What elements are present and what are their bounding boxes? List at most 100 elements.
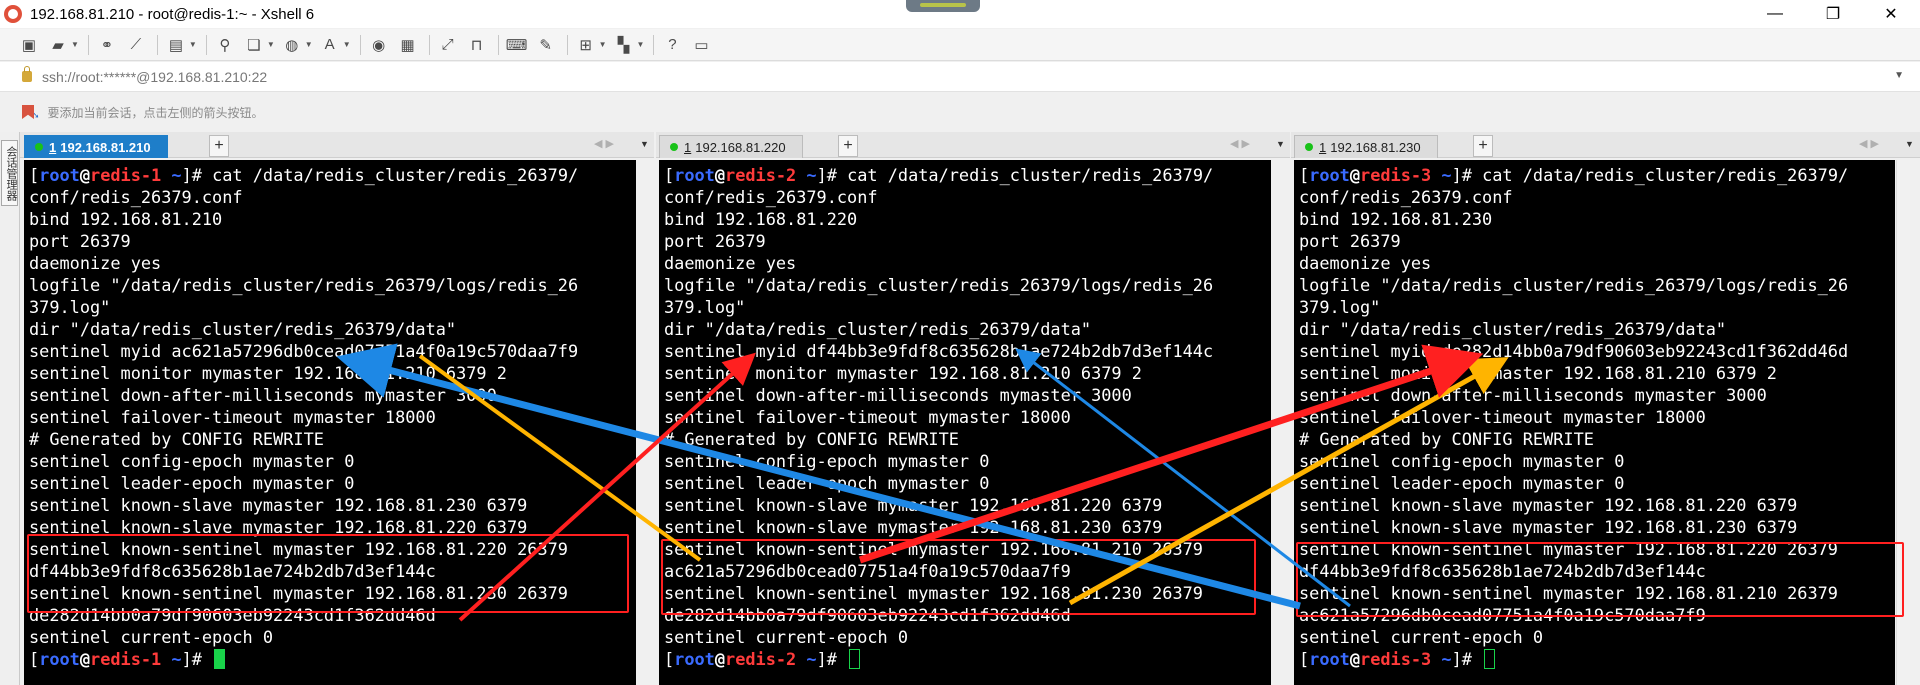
terminal-line: sentinel known-slave mymaster 192.168.81… — [29, 517, 528, 537]
key-icon[interactable]: ▦ — [395, 33, 421, 57]
prompt-line: [root@redis-2 ~]# — [664, 648, 1271, 670]
connected-icon — [670, 143, 678, 151]
add-tab-button[interactable]: + — [209, 135, 229, 157]
tab-nav-icon[interactable]: ◀ ▶ — [1859, 137, 1879, 150]
terminal-line: sentinel config-epoch mymaster 0 — [29, 451, 355, 471]
add-tab-button[interactable]: + — [1473, 135, 1493, 157]
chevron-down-icon[interactable]: ▼ — [267, 40, 275, 49]
connected-icon — [35, 143, 43, 151]
terminal-line: sentinel known-slave mymaster 192.168.81… — [1299, 517, 1798, 537]
chat-icon[interactable]: ▭ — [688, 33, 714, 57]
terminal-line: daemonize yes — [664, 253, 797, 273]
terminal-line: # Generated by CONFIG REWRITE — [29, 429, 324, 449]
properties-icon[interactable]: ▤ — [163, 33, 189, 57]
keyboard-icon[interactable]: ⌨ — [504, 33, 530, 57]
terminal-line: sentinel leader-epoch mymaster 0 — [29, 473, 355, 493]
window-controls: — ❐ ✕ — [1746, 0, 1920, 28]
layout-icon[interactable]: ▚ — [611, 33, 637, 57]
xftp-icon[interactable]: ◉ — [366, 33, 392, 57]
tab-menu-icon[interactable]: ▼ — [1905, 139, 1914, 149]
text-cursor — [849, 649, 861, 669]
compose-icon[interactable]: ✎ — [533, 33, 559, 57]
chevron-down-icon[interactable]: ▼ — [343, 40, 351, 49]
terminal-line: conf/redis_26379.conf — [29, 187, 243, 207]
terminal-line: port 26379 — [664, 231, 766, 251]
terminal-line: dir "/data/redis_cluster/redis_26379/dat… — [664, 319, 1092, 339]
disconnect-icon[interactable]: ⟋ — [123, 33, 149, 57]
chevron-down-icon[interactable]: ▼ — [599, 40, 607, 49]
terminal-line: sentinel monitor mymaster 192.168.81.210… — [1299, 363, 1777, 383]
terminal-line: daemonize yes — [1299, 253, 1432, 273]
toolbar: ▣ ▰ ▼ ⚭ ⟋ ▤ ▼ ⚲ ❏ ▼ ◍ ▼ A ▼ ◉ ▦ ⤢ ⊓ ⌨ ✎ ⊞ ▼ ▚ ▼… — [0, 29, 1920, 61]
close-button[interactable]: ✕ — [1862, 0, 1920, 28]
fullscreen-icon[interactable]: ⤢ — [435, 33, 461, 57]
lock-icon[interactable]: ⊓ — [464, 33, 490, 57]
terminal-line: 379.log" — [1299, 297, 1381, 317]
terminal-line: conf/redis_26379.conf — [664, 187, 878, 207]
terminal[interactable]: [root@redis-2 ~]# cat /data/redis_cluste… — [659, 160, 1271, 685]
chevron-down-icon[interactable]: ▼ — [71, 40, 79, 49]
font-icon[interactable]: A — [317, 33, 343, 57]
window-title: 192.168.81.210 - root@redis-1:~ - Xshell… — [30, 5, 315, 23]
minimize-button[interactable]: — — [1746, 0, 1804, 28]
tab-menu-icon[interactable]: ▼ — [1276, 139, 1285, 149]
help-icon[interactable]: ? — [659, 33, 685, 57]
terminal-line: sentinel monitor mymaster 192.168.81.210… — [664, 363, 1142, 383]
tab-strip: 1 192.168.81.220 + ◀ ▶ ▼ — [656, 132, 1290, 158]
terminal-line: de282d14bb0a79df90603eb92243cd1f362dd46d — [29, 605, 436, 625]
prompt-line: [root@redis-2 ~]# cat /data/redis_cluste… — [664, 165, 1214, 185]
terminal-line: sentinel failover-timeout mymaster 18000 — [664, 407, 1071, 427]
tab-menu-icon[interactable]: ▼ — [640, 139, 649, 149]
xshell-logo-icon — [4, 5, 22, 23]
tab-session-2[interactable]: 1 192.168.81.220 — [659, 135, 803, 158]
session-manager-tab[interactable]: 会话管理器 — [1, 140, 18, 206]
session-pane-2: 1 192.168.81.220 + ◀ ▶ ▼ [root@redis-2 ~… — [656, 132, 1290, 685]
terminal-line: de282d14bb0a79df90603eb92243cd1f362dd46d — [664, 605, 1071, 625]
terminal-line: daemonize yes — [29, 253, 162, 273]
text-cursor — [1484, 649, 1496, 669]
title-bar: 192.168.81.210 - root@redis-1:~ - Xshell… — [0, 0, 1920, 28]
terminal[interactable]: [root@redis-3 ~]# cat /data/redis_cluste… — [1294, 160, 1895, 685]
tab-strip: 1 192.168.81.210 + ◀ ▶ ▼ — [20, 132, 654, 158]
chevron-down-icon[interactable]: ▼ — [305, 40, 313, 49]
terminal-line: bind 192.168.81.220 — [664, 209, 858, 229]
terminal-line: 379.log" — [29, 297, 111, 317]
terminal-line: logfile "/data/redis_cluster/redis_26379… — [29, 275, 579, 295]
terminal-line: sentinel known-sentinel mymaster 192.168… — [29, 583, 568, 603]
add-tab-button[interactable]: + — [838, 135, 858, 157]
terminal-line: sentinel current-epoch 0 — [664, 627, 909, 647]
maximize-button[interactable]: ❐ — [1804, 0, 1862, 28]
terminal-line: sentinel leader-epoch mymaster 0 — [1299, 473, 1625, 493]
toolbar-divider — [497, 34, 499, 55]
terminal-line: # Generated by CONFIG REWRITE — [1299, 429, 1594, 449]
chevron-down-icon[interactable]: ▼ — [189, 40, 197, 49]
tab-session-1[interactable]: 1 192.168.81.210 — [24, 135, 168, 158]
hint-bar: ➘ 要添加当前会话，点击左侧的箭头按钮。 — [0, 93, 1920, 131]
open-folder-icon[interactable]: ▰ — [45, 33, 71, 57]
find-icon[interactable]: ⚲ — [212, 33, 238, 57]
bookmark-icon[interactable] — [22, 105, 34, 119]
terminal-line: df44bb3e9fdf8c635628b1ae724b2db7d3ef144c — [29, 561, 436, 581]
tab-nav-icon[interactable]: ◀ ▶ — [1230, 137, 1250, 150]
terminal-line: sentinel config-epoch mymaster 0 — [1299, 451, 1625, 471]
toolbar-divider — [87, 34, 89, 55]
session-manager-panel: 会话管理器 — [0, 132, 20, 685]
globe-icon[interactable]: ◍ — [279, 33, 305, 57]
chevron-down-icon[interactable]: ▼ — [637, 40, 645, 49]
tab-nav-icon[interactable]: ◀ ▶ — [594, 137, 614, 150]
tab-session-3[interactable]: 1 192.168.81.230 — [1294, 135, 1438, 158]
terminal-output: conf/redis_26379.conf bind 192.168.81.21… — [29, 186, 636, 648]
terminal-line: sentinel known-slave mymaster 192.168.81… — [664, 495, 1163, 515]
add-icon[interactable]: ⊞ — [573, 33, 599, 57]
scrollbar[interactable] — [1896, 160, 1910, 685]
terminal-line: # Generated by CONFIG REWRITE — [664, 429, 959, 449]
terminal-line: ac621a57296db0cead07751a4f0a19c570daa7f9 — [664, 561, 1071, 581]
new-session-icon[interactable]: ▣ — [16, 33, 42, 57]
link-icon[interactable]: ⚭ — [94, 33, 120, 57]
address-input[interactable] — [42, 68, 942, 85]
session-pane-1: 1 192.168.81.210 + ◀ ▶ ▼ [root@redis-1 ~… — [20, 132, 654, 685]
terminal[interactable]: [root@redis-1 ~]# cat /data/redis_cluste… — [24, 160, 636, 685]
chevron-down-icon[interactable]: ▼ — [1894, 70, 1904, 81]
copy-icon[interactable]: ❏ — [241, 33, 267, 57]
tab-strip: 1 192.168.81.230 + ◀ ▶ ▼ — [1291, 132, 1920, 158]
